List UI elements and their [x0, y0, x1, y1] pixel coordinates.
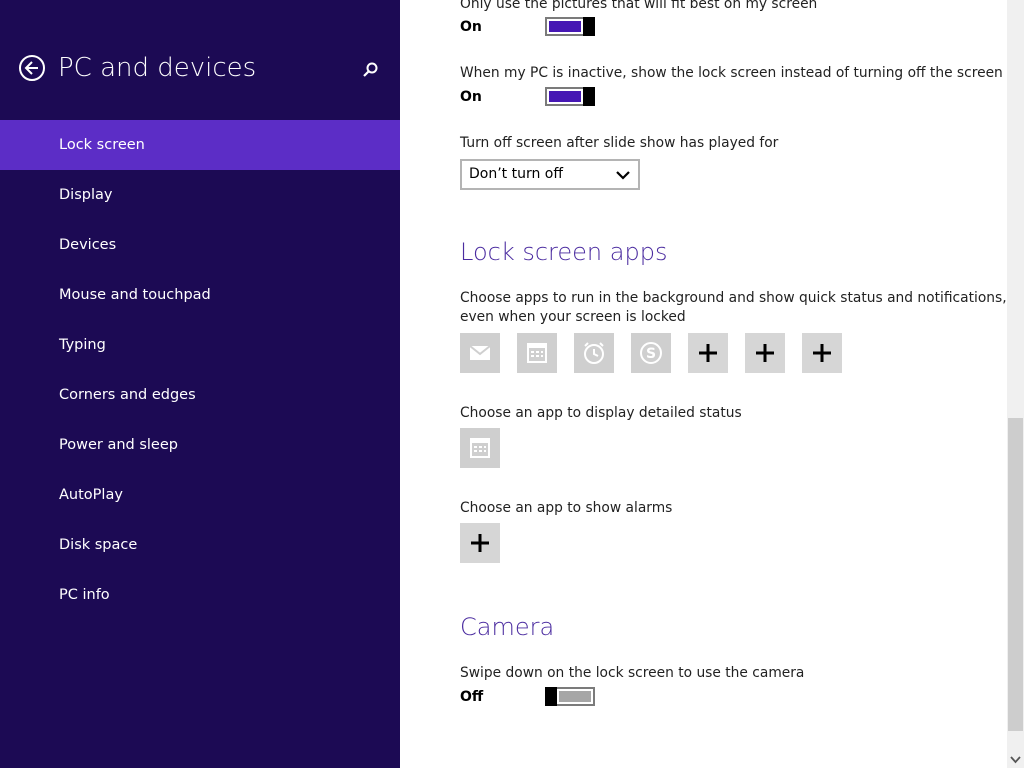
add-icon: [471, 534, 489, 552]
sidebar-item-mouse-and-touchpad[interactable]: Mouse and touchpad: [0, 270, 400, 320]
fit-pictures-toggle[interactable]: [545, 17, 595, 36]
app-tile-add[interactable]: [802, 333, 842, 373]
app-tile-alarms[interactable]: [574, 333, 614, 373]
add-icon: [699, 344, 717, 362]
toggle-knob: [545, 687, 557, 706]
lock-screen-apps-description-line2: even when your screen is locked: [460, 309, 686, 325]
camera-heading: Camera: [460, 613, 555, 641]
svg-text:S: S: [646, 346, 656, 362]
sidebar-item-disk-space[interactable]: Disk space: [0, 520, 400, 570]
app-tile-calendar[interactable]: [517, 333, 557, 373]
sidebar-item-display[interactable]: Display: [0, 170, 400, 220]
inactive-lock-state: On: [460, 89, 482, 105]
sidebar-item-typing[interactable]: Typing: [0, 320, 400, 370]
sidebar-title: PC and devices: [58, 53, 257, 83]
inactive-lock-label: When my PC is inactive, show the lock sc…: [460, 65, 1003, 81]
toggle-fill: [549, 91, 581, 102]
toggle-fill: [549, 21, 581, 32]
slideshow-off-label: Turn off screen after slide show has pla…: [460, 135, 779, 151]
detailed-status-app-tile[interactable]: [460, 428, 500, 468]
camera-label: Swipe down on the lock screen to use the…: [460, 665, 805, 681]
app-tile-add[interactable]: [745, 333, 785, 373]
back-button[interactable]: [19, 55, 45, 81]
main-content: Only use the pictures that will fit best…: [400, 0, 1007, 768]
slideshow-off-dropdown[interactable]: Don’t turn off: [460, 159, 640, 190]
toggle-fill: [559, 691, 591, 702]
app-tile-add[interactable]: [688, 333, 728, 373]
app-tile-skype[interactable]: S: [631, 333, 671, 373]
sidebar-item-autoplay[interactable]: AutoPlay: [0, 470, 400, 520]
detailed-status-label: Choose an app to display detailed status: [460, 405, 742, 421]
camera-toggle[interactable]: [545, 687, 595, 706]
inactive-lock-toggle[interactable]: [545, 87, 595, 106]
scroll-down-button[interactable]: [1007, 751, 1024, 768]
scroll-up-button: [1007, 0, 1024, 17]
chevron-down-icon: [1010, 756, 1021, 764]
skype-icon: S: [640, 342, 662, 364]
mail-icon: [469, 345, 491, 360]
lock-screen-apps-heading: Lock screen apps: [460, 238, 668, 266]
add-icon: [813, 344, 831, 362]
alarms-app-tile[interactable]: [460, 523, 500, 563]
sidebar-item-power-and-sleep[interactable]: Power and sleep: [0, 420, 400, 470]
sidebar: PC and devices Lock screen Display Devic…: [0, 0, 400, 768]
alarms-app-label: Choose an app to show alarms: [460, 500, 673, 516]
calendar-icon: [470, 438, 490, 458]
alarms-icon: [584, 342, 604, 364]
scroll-thumb[interactable]: [1008, 418, 1023, 731]
back-arrow-icon: [24, 61, 38, 75]
toggle-knob: [583, 17, 595, 36]
sidebar-item-lock-screen[interactable]: Lock screen: [0, 120, 400, 170]
sidebar-nav: Lock screen Display Devices Mouse and to…: [0, 120, 400, 620]
lock-screen-apps-description-line1: Choose apps to run in the background and…: [460, 290, 1007, 306]
calendar-icon: [527, 343, 547, 363]
dropdown-value: Don’t turn off: [469, 166, 564, 182]
add-icon: [756, 344, 774, 362]
app-tile-mail[interactable]: [460, 333, 500, 373]
fit-pictures-state: On: [460, 19, 482, 35]
sidebar-item-corners-and-edges[interactable]: Corners and edges: [0, 370, 400, 420]
search-icon[interactable]: [361, 60, 381, 80]
vertical-scrollbar[interactable]: [1007, 0, 1024, 768]
toggle-knob: [583, 87, 595, 106]
fit-pictures-label: Only use the pictures that will fit best…: [460, 0, 818, 12]
sidebar-item-pc-info[interactable]: PC info: [0, 570, 400, 620]
camera-state: Off: [460, 689, 484, 705]
chevron-down-icon: [616, 171, 630, 180]
sidebar-item-devices[interactable]: Devices: [0, 220, 400, 270]
